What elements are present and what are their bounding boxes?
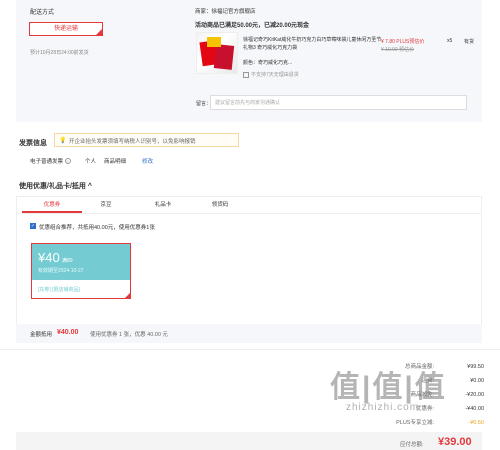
- coupon-deduct-value: -¥40.00: [465, 406, 484, 412]
- invoice-detail: 商品明细: [104, 159, 127, 165]
- coupon-summary-label: 金额抵用: [30, 332, 53, 338]
- tab-coupons[interactable]: 优惠券: [30, 200, 74, 208]
- invoice-tip: 💡 开企业抬头发票须填写纳税人识别号，以免影响报销: [54, 133, 239, 147]
- promo-text: 活动商品已满足50.00元，已减20.00元现金: [195, 23, 310, 29]
- watermark-logo: 值|值|值: [330, 371, 447, 404]
- plus-discount-label: PLUS专享立减:: [396, 420, 434, 426]
- plus-discount-value: -¥0.50: [468, 420, 484, 426]
- service-icon: [243, 71, 249, 78]
- coupon-condition: 满80: [62, 258, 73, 264]
- coupon-summary-text: 使用优惠券 1 张，优惠 40.00 元: [90, 332, 168, 338]
- product-title[interactable]: 徐福记奇巧KitKat威化牛奶巧克力白巧草莓味袋儿童休闲万圣节礼物3 奇巧威化巧…: [243, 36, 385, 52]
- shipping-date: 预计10月28日24:00前发货: [30, 50, 89, 56]
- invoice-type-text: 电子普通发票: [30, 159, 64, 165]
- shipping-option-button[interactable]: 快递运输: [29, 22, 103, 36]
- coupon-scope: [东券] [限店铺商品]: [38, 287, 80, 293]
- section-divider: [0, 349, 500, 350]
- product-box-dark-red: [213, 44, 235, 70]
- payable-amount: ¥39.00: [438, 436, 472, 448]
- plus-discount-row: PLUS专享立减: -¥0.50: [364, 418, 484, 426]
- product-original-price: ¥ 19.90 预估价: [381, 47, 415, 53]
- service-text: 不支持7天无理由退货: [251, 72, 299, 78]
- product-service: 不支持7天无理由退货: [243, 71, 299, 78]
- tab-divider: [16, 213, 482, 214]
- watermark-site: zhizhizhi.com: [346, 402, 420, 413]
- seller-name[interactable]: 商家：徐福记官方旗舰店: [195, 7, 256, 15]
- combo-checkbox-label: 优惠组合推荐，共抵用40.00元，使用优惠券1张: [39, 225, 155, 231]
- tab-gift-card[interactable]: 礼品卡: [141, 200, 185, 208]
- invoice-tip-text: 开企业抬头发票须填写纳税人识别号，以免影响报销: [69, 139, 196, 145]
- combo-checkbox[interactable]: ✓: [30, 223, 36, 229]
- invoice-modify-link[interactable]: 修改: [142, 157, 153, 165]
- product-price: ¥ 7.80 PLUS预估价: [381, 39, 425, 45]
- product-box-yellow: [207, 37, 221, 47]
- lightbulb-icon: 💡: [59, 138, 67, 144]
- tab-active-indicator: [22, 211, 82, 213]
- help-icon[interactable]: ?: [64, 158, 71, 164]
- tab-jingdou[interactable]: 京豆: [84, 200, 128, 208]
- tab-pickup-code[interactable]: 领货码: [198, 200, 242, 208]
- product-color: 颜色：奇巧威化巧克...: [243, 60, 293, 66]
- note-input[interactable]: 建议留言前先与商家沟通确认: [210, 95, 467, 110]
- shipping-label: 配送方式: [30, 10, 55, 16]
- payable-label: 应付总额:: [400, 442, 424, 448]
- invoice-type: 电子普通发票 ?: [30, 157, 71, 165]
- product-quantity: x5: [447, 38, 453, 44]
- coupon-section-title[interactable]: 使用优惠/礼品卡/抵用 ^: [19, 181, 92, 191]
- product-image[interactable]: [196, 32, 238, 74]
- invoice-title: 发票信息: [19, 140, 47, 147]
- coupon-amount: ¥40: [38, 250, 60, 265]
- note-label: 留言：: [196, 101, 212, 107]
- invoice-person: 个人: [85, 159, 97, 165]
- coupon-selected-check-icon: [124, 292, 131, 299]
- coupon-summary-bar: [16, 324, 482, 343]
- coupon-summary-value: ¥40.00: [57, 329, 79, 336]
- coupon-expiry: 有效期至2024-10-27: [38, 268, 84, 274]
- product-stock: 有货: [464, 39, 475, 45]
